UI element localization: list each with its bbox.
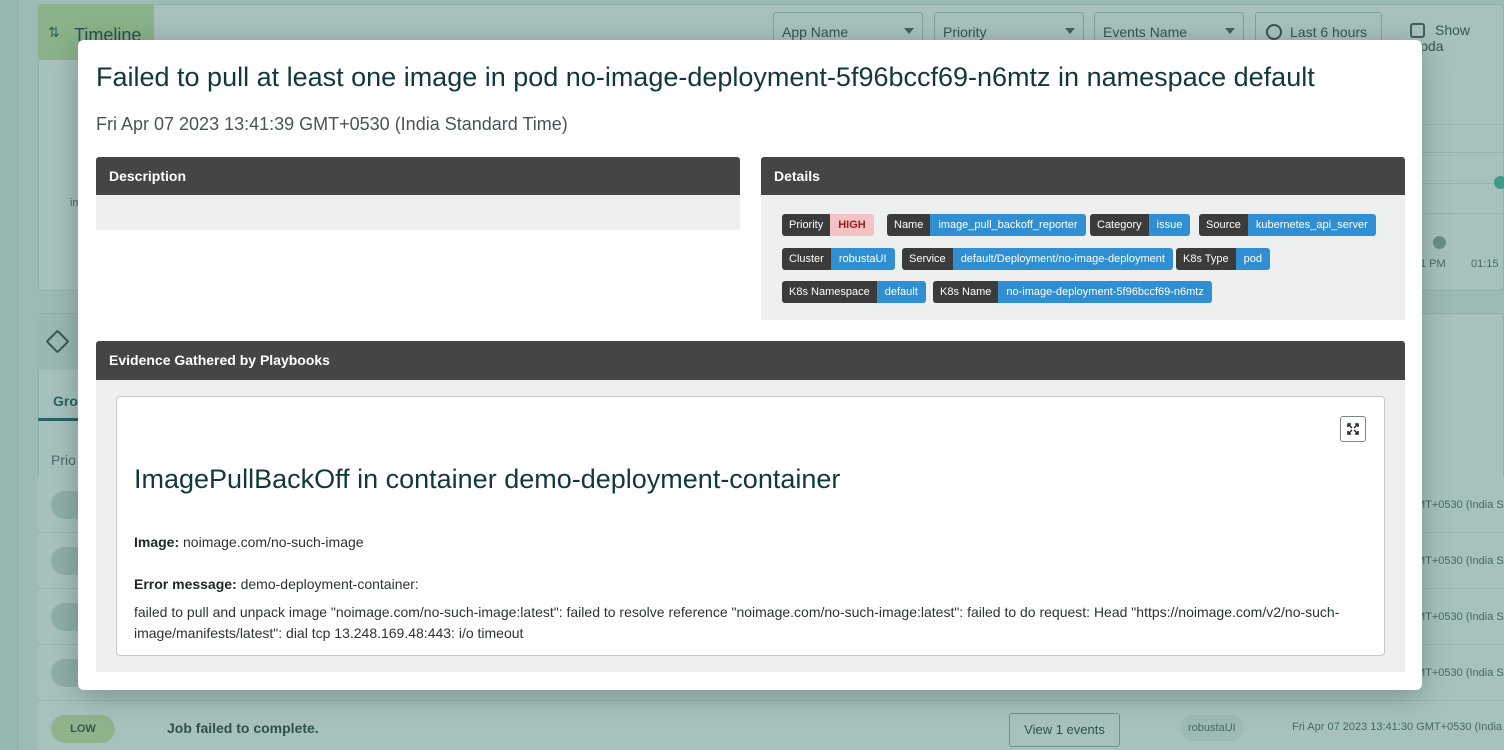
expand-button[interactable] xyxy=(1340,416,1366,442)
tag-k8s-namespace: K8s Namespace default xyxy=(782,281,926,303)
tag-source: Source kubernetes_api_server xyxy=(1199,214,1376,236)
evidence-title: ImagePullBackOff in container demo-deplo… xyxy=(134,464,841,494)
tag-value: issue xyxy=(1148,214,1191,236)
tag-value: default/Deployment/no-image-deployment xyxy=(952,248,1173,270)
expand-icon xyxy=(1347,423,1359,435)
image-label: Image: xyxy=(134,534,180,550)
tag-k8s-type: K8s Type pod xyxy=(1176,248,1271,270)
tag-key: Cluster xyxy=(782,248,831,270)
description-header: Description xyxy=(96,157,740,195)
details-body: Priority HIGH Name image_pull_backoff_re… xyxy=(761,195,1405,320)
tag-key: K8s Type xyxy=(1176,248,1236,270)
tag-key: Source xyxy=(1199,214,1248,236)
tag-value: default xyxy=(876,281,926,303)
description-body xyxy=(96,195,740,230)
tag-value: pod xyxy=(1235,248,1271,270)
error-line: Error message: demo-deployment-container… xyxy=(134,576,419,592)
tag-key: K8s Namespace xyxy=(782,281,877,303)
tag-k8s-name: K8s Name no-image-deployment-5f96bccf69-… xyxy=(933,281,1212,303)
tag-key: Priority xyxy=(782,214,831,236)
evidence-card: ImagePullBackOff in container demo-deplo… xyxy=(116,396,1385,656)
tag-key: Name xyxy=(887,214,931,236)
error-detail: failed to pull and unpack image "noimage… xyxy=(134,604,1340,641)
tag-category: Category issue xyxy=(1090,214,1191,236)
evidence-header: Evidence Gathered by Playbooks xyxy=(96,341,1405,380)
event-detail-modal: Failed to pull at least one image in pod… xyxy=(78,40,1422,690)
tag-value: HIGH xyxy=(830,214,874,236)
tag-value: robustaUI xyxy=(830,248,895,270)
details-header: Details xyxy=(761,157,1405,195)
modal-timestamp: Fri Apr 07 2023 13:41:39 GMT+0530 (India… xyxy=(96,114,568,134)
tag-cluster: Cluster robustaUI xyxy=(782,248,895,270)
tag-value: image_pull_backoff_reporter xyxy=(930,214,1086,236)
tag-name: Name image_pull_backoff_reporter xyxy=(887,214,1086,236)
tag-value: no-image-deployment-5f96bccf69-n6mtz xyxy=(998,281,1212,303)
tag-priority: Priority HIGH xyxy=(782,214,874,236)
image-value: noimage.com/no-such-image xyxy=(183,534,364,550)
tag-service: Service default/Deployment/no-image-depl… xyxy=(902,248,1173,270)
modal-title: Failed to pull at least one image in pod… xyxy=(96,62,1315,92)
tag-key: Service xyxy=(902,248,953,270)
error-container: demo-deployment-container: xyxy=(240,576,419,592)
tag-key: Category xyxy=(1090,214,1149,236)
image-line: Image: noimage.com/no-such-image xyxy=(134,534,364,550)
error-label: Error message: xyxy=(134,576,237,592)
tag-value: kubernetes_api_server xyxy=(1247,214,1376,236)
tag-key: K8s Name xyxy=(933,281,999,303)
